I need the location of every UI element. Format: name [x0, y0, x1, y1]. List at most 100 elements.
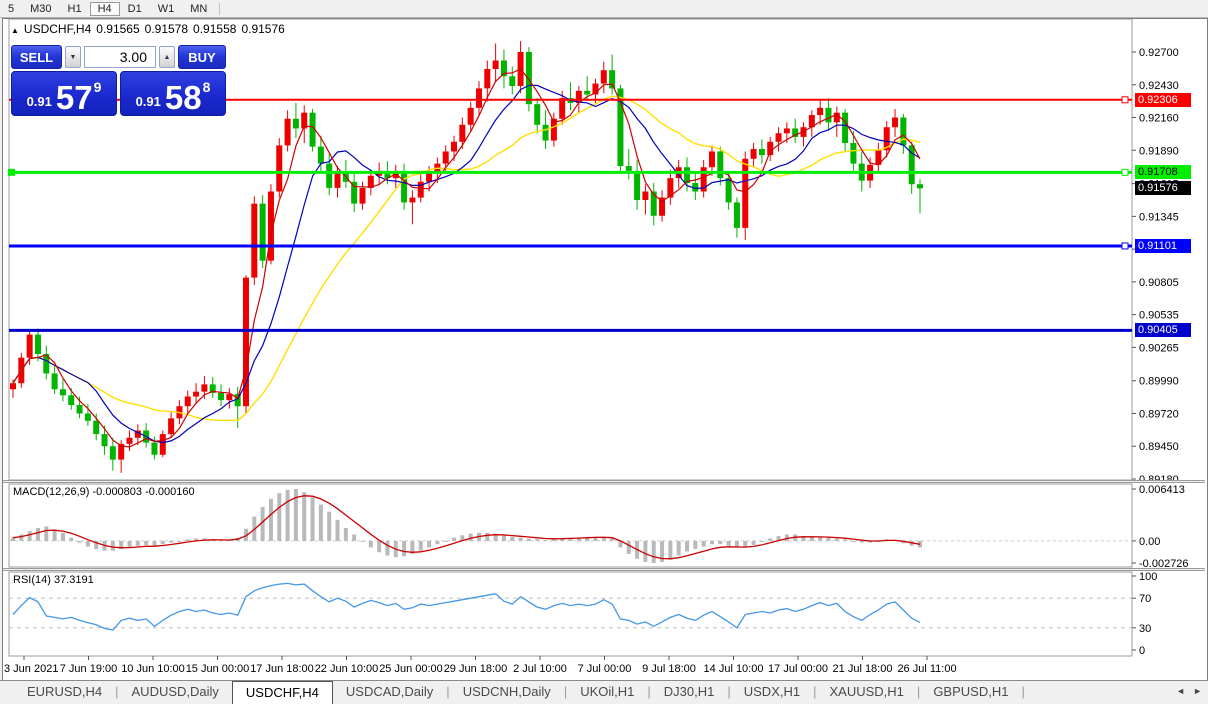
tab-eurusd-h4[interactable]: EURUSD,H4 [14, 681, 115, 704]
tab-usdcad-daily[interactable]: USDCAD,Daily [333, 681, 446, 704]
candle-body [709, 151, 715, 167]
candle-body [817, 108, 823, 115]
candle-body [326, 164, 332, 188]
lot-decrease-button[interactable]: ▼ [65, 46, 81, 68]
hline-right-handle[interactable] [1122, 169, 1128, 175]
price-level-label: 0.90405 [1135, 323, 1191, 337]
collapse-panel-icon[interactable]: ▲ [11, 26, 19, 35]
ohlc-low: 0.91558 [193, 22, 236, 36]
ask-main: 58 [165, 81, 202, 114]
macd-histogram-bar [44, 526, 48, 541]
candle-body [276, 145, 282, 191]
macd-histogram-bar [385, 541, 389, 556]
tab-ukoil-h1[interactable]: UKOil,H1 [567, 681, 647, 704]
ask-quote-panel[interactable]: 0.91 58 8 [120, 71, 226, 116]
price-tick-label: 0.89450 [1139, 441, 1179, 453]
macd-histogram-bar [452, 538, 456, 541]
candle-body [351, 182, 357, 204]
macd-histogram-bar [86, 541, 90, 547]
timeframe-d1[interactable]: D1 [120, 2, 150, 16]
macd-histogram-bar [710, 541, 714, 544]
price-level-label: 0.91708 [1135, 165, 1191, 179]
toolbar-separator [219, 3, 220, 15]
timeframe-mn[interactable]: MN [182, 2, 215, 16]
tab-xauusd-h1[interactable]: XAUUSD,H1 [817, 681, 917, 704]
bid-quote-panel[interactable]: 0.91 57 9 [11, 71, 117, 116]
candle-body [784, 128, 790, 133]
rsi-tick-label: 100 [1139, 571, 1157, 583]
tab-usdx-h1[interactable]: USDX,H1 [731, 681, 813, 704]
candle-body [27, 335, 33, 358]
macd-histogram-bar [377, 541, 381, 552]
macd-histogram-bar [111, 541, 115, 551]
macd-histogram-bar [53, 530, 57, 541]
tab-dj30-h1[interactable]: DJ30,H1 [651, 681, 728, 704]
rsi-tick-label: 70 [1139, 593, 1151, 605]
macd-histogram-bar [835, 538, 839, 540]
price-tick-label: 0.90805 [1139, 277, 1179, 289]
macd-histogram-bar [519, 538, 523, 541]
chart-window[interactable]: 0.927000.924300.921600.918900.916150.913… [2, 18, 1208, 682]
chart-canvas[interactable]: 0.927000.924300.921600.918900.916150.913… [3, 19, 1205, 679]
buy-button[interactable]: BUY [178, 45, 226, 69]
candle-body [193, 392, 199, 397]
candle-body [77, 405, 83, 413]
macd-tick-label: 0.006413 [1139, 484, 1185, 496]
candle-body [409, 198, 415, 203]
tabbar-padding [0, 681, 14, 704]
sell-button[interactable]: SELL [11, 45, 62, 69]
macd-histogram-bar [136, 541, 140, 546]
pane-splitter[interactable] [3, 568, 1205, 571]
macd-histogram-bar [693, 541, 697, 549]
tab-usdchf-h4[interactable]: USDCHF,H4 [232, 681, 333, 704]
one-click-trading-panel: SELL ▼ 3.00 ▲ BUY 0.91 57 9 0.91 58 8 [11, 45, 226, 116]
timeframe-h4[interactable]: H4 [90, 2, 120, 16]
timeframe-5[interactable]: 5 [0, 2, 22, 16]
hline-left-handle[interactable] [8, 169, 15, 176]
macd-histogram-bar [28, 531, 32, 541]
macd-histogram-bar [69, 538, 73, 541]
tab-usdcnh-daily[interactable]: USDCNH,Daily [450, 681, 564, 704]
candle-body [734, 202, 740, 227]
macd-tick-label: 0.00 [1139, 536, 1160, 548]
timeframe-w1[interactable]: W1 [150, 2, 183, 16]
candle-body [767, 142, 773, 155]
time-tick-label: 7 Jun 19:00 [60, 663, 118, 675]
time-tick-label: 21 Jul 18:00 [833, 663, 893, 675]
candle-body [35, 335, 41, 354]
pane-splitter[interactable] [3, 480, 1205, 483]
candle-body [126, 438, 132, 444]
macd-histogram-bar [643, 541, 647, 562]
macd-values: -0.000803 -0.000160 [92, 486, 194, 498]
macd-histogram-bar [177, 541, 181, 542]
macd-histogram-bar [269, 499, 273, 541]
macd-histogram-bar [360, 541, 364, 542]
tab-scroll-arrows: ◄► [1176, 686, 1202, 696]
tab-separator: | [1021, 681, 1024, 704]
hline-right-handle[interactable] [1122, 97, 1128, 103]
timeframe-m30[interactable]: M30 [22, 2, 59, 16]
candle-body [892, 118, 898, 128]
macd-histogram-bar [485, 533, 489, 541]
tab-scroll-right-icon[interactable]: ► [1193, 686, 1202, 696]
candle-body [335, 173, 341, 188]
bid-pip: 9 [94, 79, 102, 95]
lot-size-input[interactable]: 3.00 [84, 46, 156, 68]
tab-gbpusd-h1[interactable]: GBPUSD,H1 [920, 681, 1021, 704]
ask-prefix: 0.91 [136, 94, 161, 109]
timeframe-h1[interactable]: H1 [60, 2, 90, 16]
macd-histogram-bar [144, 541, 148, 545]
candle-body [443, 151, 449, 163]
macd-histogram-bar [627, 541, 631, 554]
candle-body [68, 395, 74, 405]
macd-histogram-bar [851, 541, 855, 542]
candle [251, 196, 257, 285]
rsi-pane[interactable] [9, 572, 1132, 656]
candle-body [751, 149, 757, 159]
tab-scroll-left-icon[interactable]: ◄ [1176, 686, 1185, 696]
price-level-label: 0.92306 [1135, 93, 1191, 107]
candle-body [484, 69, 490, 88]
tab-audusd-daily[interactable]: AUDUSD,Daily [119, 681, 232, 704]
hline-right-handle[interactable] [1122, 243, 1128, 249]
lot-increase-button[interactable]: ▲ [159, 46, 175, 68]
